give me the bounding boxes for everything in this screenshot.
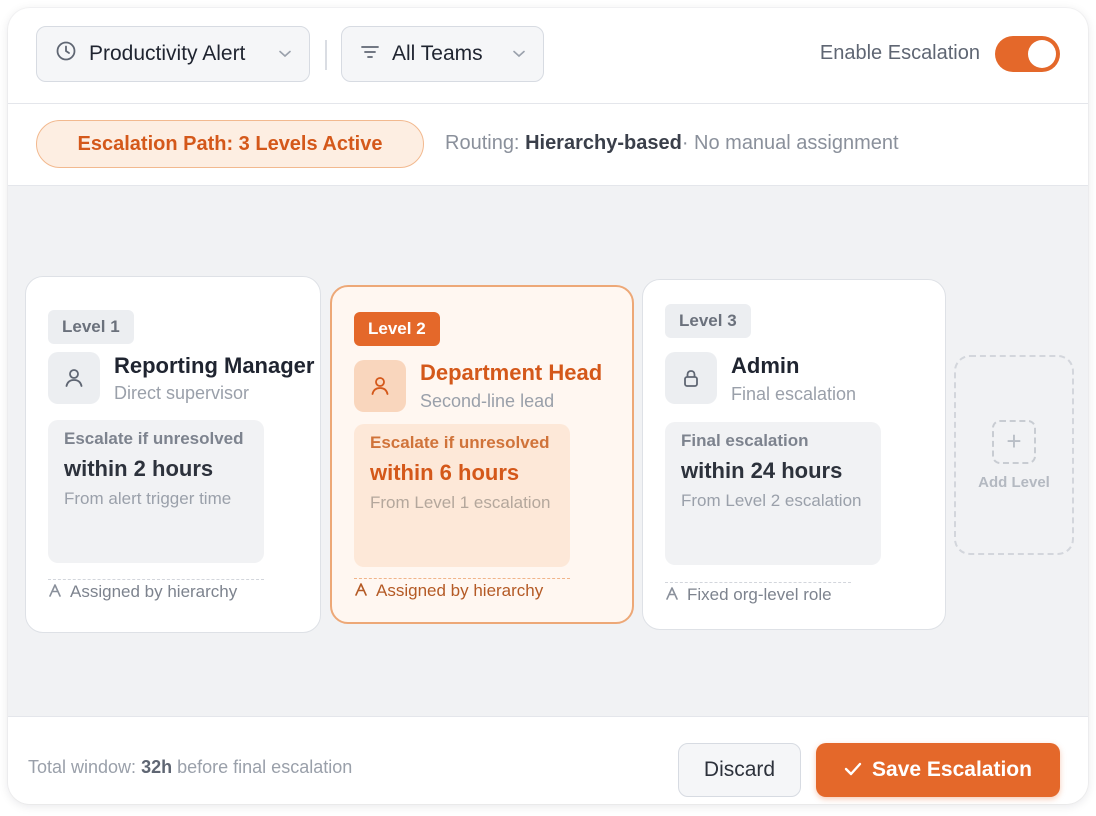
level-badge: Level 2 — [354, 312, 440, 346]
toggle-knob — [1028, 40, 1056, 68]
level-card-1[interactable]: Level 1 Reporting Manager Direct supervi… — [25, 276, 321, 633]
assignment-method: Fixed org-level role — [665, 582, 851, 605]
plus-icon: + — [992, 419, 1036, 464]
level-badge: Level 1 — [48, 310, 134, 344]
hierarchy-icon — [48, 583, 62, 602]
filter-icon — [360, 42, 380, 66]
assignment-label: Fixed org-level role — [687, 585, 832, 604]
toolbar-divider — [325, 40, 327, 70]
total-value: 32h — [141, 757, 173, 777]
level-role-name: Department Head — [420, 360, 603, 385]
rule-condition: Final escalation — [681, 431, 809, 450]
routing-value: Hierarchy-based — [525, 132, 682, 154]
escalation-canvas: Level 1 Reporting Manager Direct supervi… — [8, 186, 1088, 716]
escalation-rule: Escalate if unresolved within 2 hours Fr… — [48, 420, 264, 563]
team-filter-select[interactable]: All Teams — [341, 26, 544, 82]
total-suffix: before final escalation — [177, 757, 353, 777]
level-role-name: Reporting Manager — [114, 353, 315, 378]
save-escalation-button[interactable]: Save Escalation — [816, 743, 1060, 797]
alert-type-label: Productivity Alert — [89, 42, 246, 65]
rule-condition: Escalate if unresolved — [370, 433, 550, 452]
hierarchy-icon — [354, 582, 368, 601]
chevron-down-icon — [513, 47, 525, 61]
enable-escalation-toggle[interactable] — [995, 36, 1060, 72]
total-window-summary: Total window: 32h before final escalatio… — [28, 757, 352, 778]
rule-start-point: From Level 1 escalation — [370, 493, 551, 512]
level-role-subtitle: Final escalation — [731, 384, 857, 404]
user-icon — [354, 360, 406, 412]
level-role-subtitle: Direct supervisor — [114, 383, 250, 403]
routing-suffix: · No manual assignment — [681, 132, 899, 154]
escalation-panel: Productivity Alert All Teams Enable Esca… — [8, 8, 1088, 804]
team-filter-label: All Teams — [392, 42, 483, 65]
chevron-down-icon — [279, 47, 291, 61]
level-card-2[interactable]: Level 2 Department Head Second-line lead… — [330, 285, 634, 624]
assignment-label: Assigned by hierarchy — [70, 582, 238, 601]
lock-icon — [665, 352, 717, 404]
rule-condition: Escalate if unresolved — [64, 429, 244, 448]
hierarchy-icon — [665, 586, 679, 605]
rule-timeframe: within 2 hours — [64, 456, 214, 481]
add-level-label: Add Level — [978, 473, 1050, 491]
escalation-info-bar: Escalation Path: 3 Levels Active Routing… — [8, 104, 1088, 186]
clock-icon — [55, 40, 77, 68]
level-role-subtitle: Second-line lead — [420, 391, 555, 411]
rule-timeframe: within 24 hours — [681, 458, 843, 483]
assignment-method: Assigned by hierarchy — [48, 579, 264, 602]
escalation-path-badge: Escalation Path: 3 Levels Active — [36, 120, 424, 168]
level-card-3[interactable]: Level 3 Admin Final escalation Final esc… — [642, 279, 946, 630]
save-label: Save Escalation — [872, 758, 1032, 781]
enable-escalation-label: Enable Escalation — [819, 42, 980, 64]
rule-start-point: From alert trigger time — [64, 489, 232, 508]
level-badge: Level 3 — [665, 304, 751, 338]
assignment-label: Assigned by hierarchy — [376, 581, 544, 600]
total-prefix: Total window: — [28, 757, 137, 777]
check-icon — [844, 758, 862, 782]
routing-summary: Routing: Hierarchy-based· No manual assi… — [445, 132, 899, 155]
escalation-rule: Escalate if unresolved within 6 hours Fr… — [354, 424, 570, 567]
level-role-name: Admin — [731, 353, 800, 378]
top-toolbar: Productivity Alert All Teams Enable Esca… — [8, 8, 1088, 104]
assignment-method: Assigned by hierarchy — [354, 578, 570, 601]
rule-timeframe: within 6 hours — [370, 460, 520, 485]
add-level-button[interactable]: + Add Level — [954, 355, 1074, 555]
discard-button[interactable]: Discard — [678, 743, 801, 797]
routing-prefix: Routing: — [445, 132, 520, 154]
alert-type-select[interactable]: Productivity Alert — [36, 26, 310, 82]
escalation-rule: Final escalation within 24 hours From Le… — [665, 422, 881, 565]
rule-start-point: From Level 2 escalation — [681, 491, 862, 510]
user-icon — [48, 352, 100, 404]
footer-bar: Total window: 32h before final escalatio… — [8, 716, 1088, 804]
